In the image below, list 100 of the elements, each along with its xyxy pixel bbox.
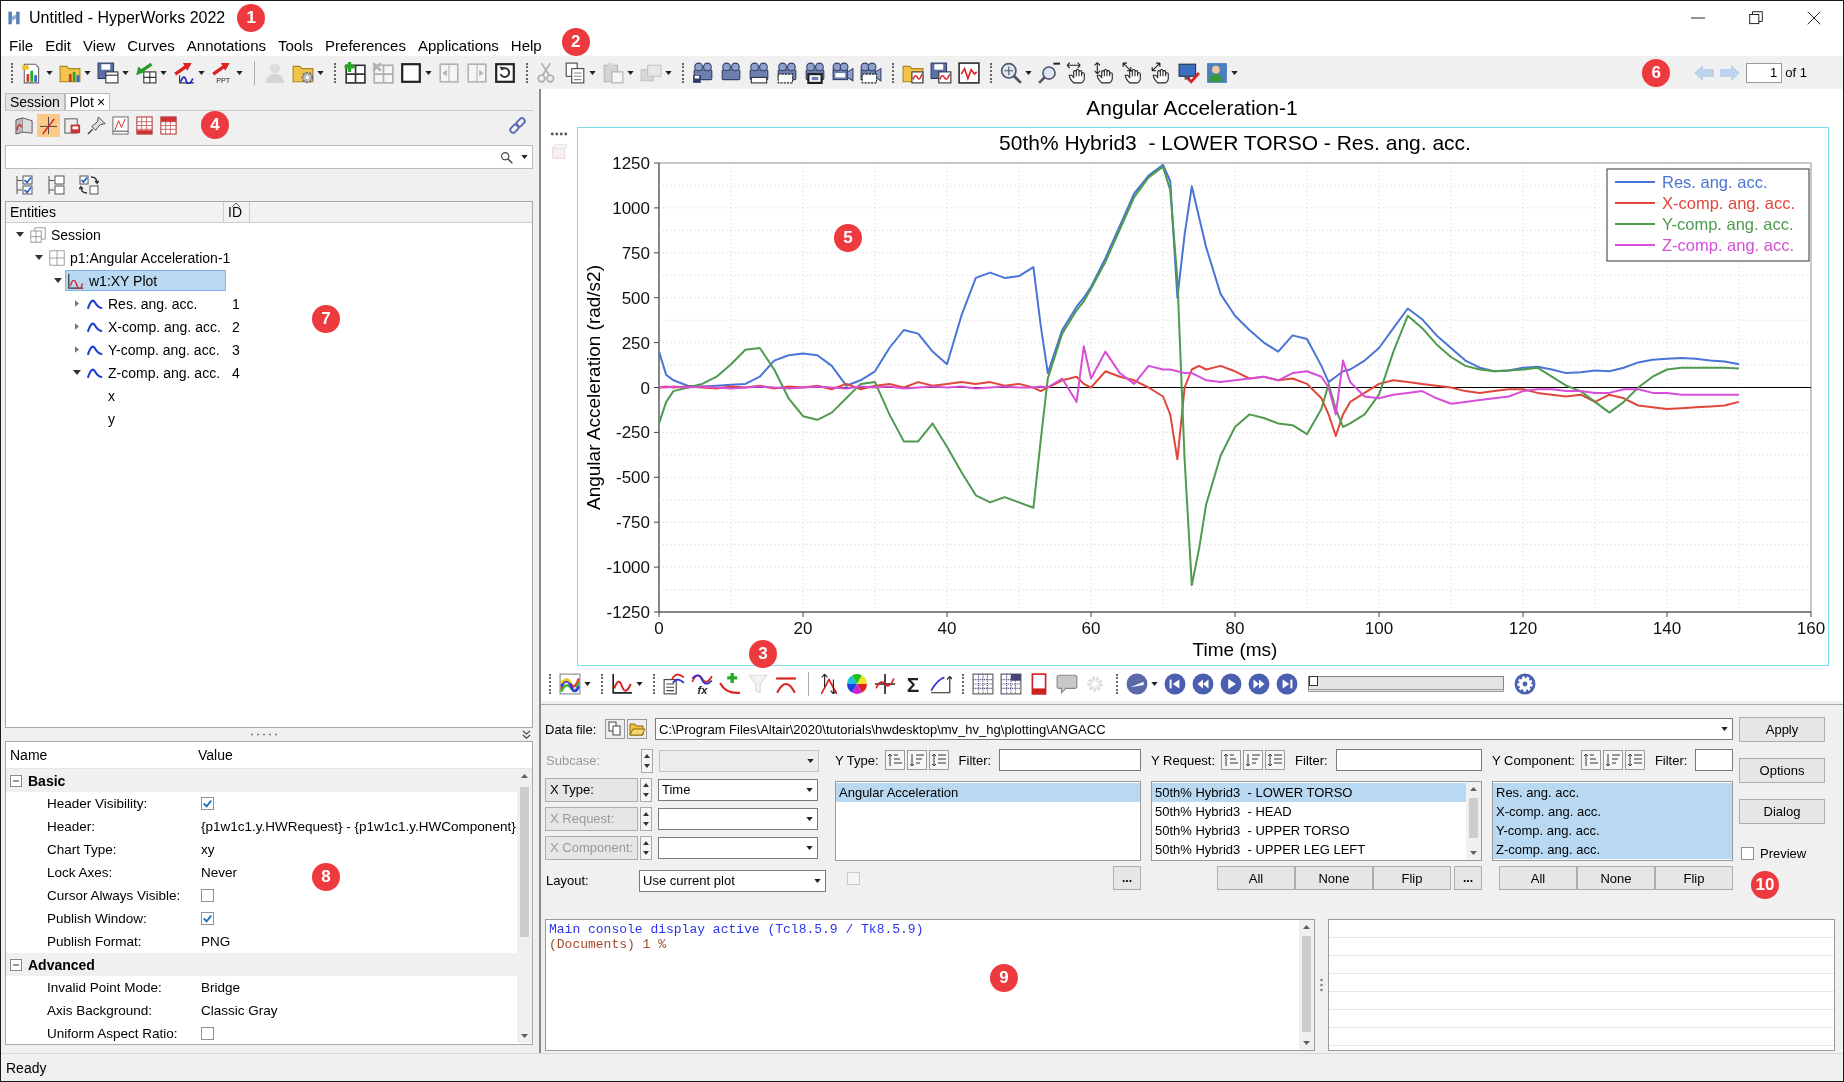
plot-icon[interactable] [15,115,34,135]
list-item[interactable]: Y-comp. ang. acc. [1493,821,1732,840]
caret-icon[interactable] [46,70,53,75]
swap-checks-icon[interactable] [79,175,99,195]
curve-arrow-icon[interactable] [173,61,195,84]
checkbox[interactable] [201,889,214,902]
collapse-toggle-icon[interactable] [10,774,22,787]
export-arrow-icon[interactable] [135,61,157,84]
more-button[interactable]: ... [1454,866,1482,890]
collapse-icon[interactable] [522,730,531,739]
tree-item[interactable]: Y-comp. ang. acc. [84,339,226,360]
list-item[interactable]: 50th% Hybrid3 - UPPER LEG LEFT [1152,840,1466,859]
check-all-icon[interactable] [15,175,35,195]
caret-icon[interactable] [1151,682,1158,686]
sort-descending-icon[interactable] [1602,750,1623,770]
dots-menu-icon[interactable] [550,132,568,136]
caret-icon[interactable] [584,682,591,686]
sort-icon[interactable] [1624,750,1645,770]
scrollbar[interactable] [1299,920,1314,1050]
spin-buttons[interactable] [640,835,652,860]
splitter-grip-icon[interactable] [1320,978,1323,992]
checkbox[interactable] [1741,847,1754,860]
sort-descending-icon[interactable] [906,750,927,770]
axis-arrow-icon[interactable] [930,673,952,695]
column-header[interactable]: Entities [6,202,224,222]
checkbox[interactable] [201,912,214,925]
caret-icon[interactable] [1721,727,1728,731]
color-curves-icon[interactable] [559,673,581,695]
settings-icon[interactable] [1514,673,1536,695]
video-camera-icon[interactable] [832,61,854,84]
pan-hand-icon[interactable] [1094,61,1116,84]
tree-item[interactable]: X-comp. ang. acc. [84,316,226,337]
list-item[interactable]: X-comp. ang. acc. [1493,802,1732,821]
tree-item[interactable]: x [103,385,226,406]
curve-window-icon[interactable] [958,61,980,84]
sort-descending-icon[interactable] [1243,750,1264,770]
dropdown-field[interactable]: Time [658,778,818,801]
tree-item[interactable]: Res. ang. acc. [84,293,226,314]
slider-track[interactable] [1308,676,1504,692]
fast-forward-icon[interactable] [1248,673,1270,695]
search-icon[interactable] [500,150,513,164]
list-item[interactable]: 50th% Hybrid3 - LOWER TORSO [1152,783,1466,802]
zoom-out-icon[interactable] [1038,61,1060,84]
expander-icon[interactable] [72,370,81,375]
tree-item[interactable]: y [103,408,226,429]
menu-item[interactable]: Annotations [180,35,273,56]
sort-icon[interactable] [1265,750,1286,770]
crosshair-icon[interactable] [874,673,896,695]
list-item[interactable]: Z-comp. ang. acc. [1493,840,1732,859]
list-item[interactable]: Res. ang. acc. [1493,783,1732,802]
group-row[interactable]: Advanced [6,953,517,976]
property-value[interactable]: PNG [201,934,231,949]
copy-icon[interactable] [564,61,586,84]
spin-buttons[interactable] [641,748,653,773]
checkbox[interactable] [201,797,214,810]
tree-item[interactable]: w1:XY Plot [65,270,226,291]
color-wheel-icon[interactable] [846,673,868,695]
panel-tab[interactable]: Plot × [64,93,111,110]
pan-hand-icon[interactable] [1122,61,1144,84]
caret-icon[interactable] [84,70,91,75]
sigma-icon[interactable]: Σ [902,673,924,695]
tree-item[interactable]: Session [27,224,226,245]
property-value[interactable]: Bridge [201,980,241,995]
property-value[interactable]: Never [201,865,237,880]
window-frame-icon[interactable] [400,61,422,84]
pan-hand-icon[interactable] [1066,61,1088,84]
caret-icon[interactable] [425,70,432,75]
floppy-curve-icon[interactable] [930,61,952,84]
axis-pick-icon[interactable] [39,115,58,135]
file-copy-icon[interactable] [605,719,625,739]
curve-arrows-icon[interactable] [818,673,840,695]
sort-ascending-icon[interactable] [884,750,905,770]
action-button[interactable]: Dialog [1739,799,1825,824]
person-card-icon[interactable] [1206,61,1228,84]
caret-icon[interactable] [1231,70,1238,75]
zoom-icon[interactable] [1000,61,1022,84]
scrollbar[interactable] [1466,782,1481,860]
field-button[interactable]: X Type: [545,777,638,802]
action-button[interactable]: Apply [1739,717,1825,742]
select-button[interactable]: All [1499,866,1577,890]
group-row[interactable]: Basic [6,769,517,792]
skip-start-icon[interactable] [1164,673,1186,695]
menu-item[interactable]: Preferences [319,35,412,56]
list-item[interactable]: 50th% Hybrid3 - HEAD [1152,802,1466,821]
file-path-field[interactable]: C:\Program Files\Altair\2020\tutorials\hwdesktop\mv_hv_hg\plotting\ANGACC [655,718,1733,740]
expander-icon[interactable] [15,232,24,237]
tree-item[interactable]: p1:Angular Acceleration-1 [46,247,232,268]
caret-icon[interactable] [236,70,243,75]
menu-item[interactable]: Help [504,35,548,56]
curve-sheet-icon[interactable] [663,673,685,695]
filter-field[interactable] [999,749,1141,771]
property-value[interactable]: xy [201,842,215,857]
search-field[interactable] [5,145,533,169]
menu-item[interactable]: Edit [39,35,78,56]
select-button[interactable]: Flip [1373,866,1451,890]
pin-icon[interactable] [87,115,106,135]
page-number-field[interactable]: 1 [1746,62,1783,83]
spin-buttons[interactable] [640,806,652,831]
caret-icon[interactable] [198,70,205,75]
axis-curve-icon[interactable] [611,673,633,695]
